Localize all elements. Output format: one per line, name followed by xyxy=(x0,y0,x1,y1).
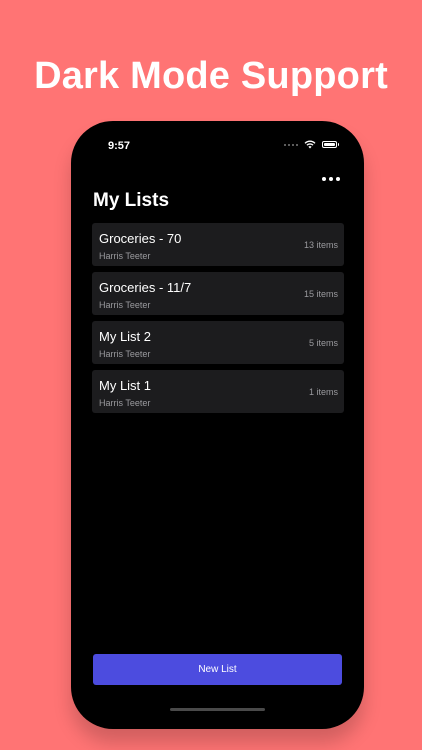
signal-icon xyxy=(283,143,298,146)
list-item[interactable]: Groceries - 11/7 Harris Teeter 15 items xyxy=(92,272,344,315)
list-name: My List 1 xyxy=(99,378,152,393)
marketing-headline: Dark Mode Support xyxy=(34,55,388,97)
list-item[interactable]: My List 1 Harris Teeter 1 items xyxy=(92,370,344,413)
list-store: Harris Teeter xyxy=(99,349,151,359)
status-indicators xyxy=(283,140,339,149)
new-list-button[interactable]: New List xyxy=(93,654,342,685)
list-store: Harris Teeter xyxy=(99,300,151,310)
list-name: My List 2 xyxy=(99,329,152,344)
list-store: Harris Teeter xyxy=(99,398,151,408)
more-menu-button[interactable] xyxy=(322,173,340,185)
status-time: 9:57 xyxy=(108,140,131,152)
battery-icon xyxy=(321,141,337,148)
list-name: Groceries - 70 xyxy=(99,231,182,246)
list-item-count: 15 items xyxy=(303,289,338,299)
wifi-icon xyxy=(304,140,315,149)
phone-frame: 9:57 My Lists Groceries - 70 Harris Teet… xyxy=(71,121,364,729)
list-name: Groceries - 11/7 xyxy=(99,280,192,295)
list-item[interactable]: My List 2 Harris Teeter 5 items xyxy=(92,321,344,364)
page-title: My Lists xyxy=(93,190,170,211)
list-item-count: 5 items xyxy=(308,338,338,348)
list-item[interactable]: Groceries - 70 Harris Teeter 13 items xyxy=(92,223,344,266)
more-horizontal-icon xyxy=(322,177,326,181)
list-item-count: 1 items xyxy=(308,387,338,397)
home-indicator[interactable] xyxy=(170,708,265,711)
list-item-count: 13 items xyxy=(303,240,338,250)
list-store: Harris Teeter xyxy=(99,251,151,261)
lists-container: Groceries - 70 Harris Teeter 13 items Gr… xyxy=(92,223,344,419)
